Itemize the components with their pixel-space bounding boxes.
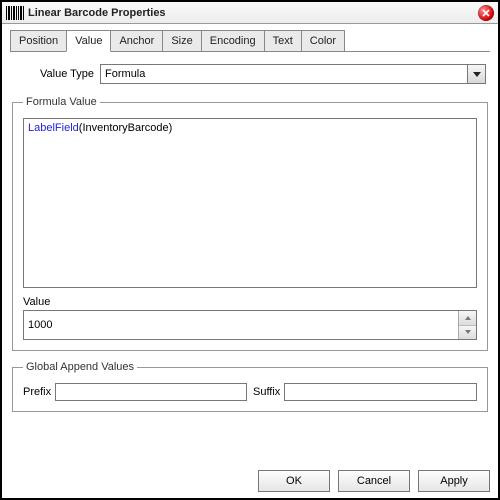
formula-fieldset: Formula Value LabelField(InventoryBarcod… xyxy=(12,96,488,351)
barcode-icon xyxy=(6,6,24,20)
append-fieldset: Global Append Values Prefix Suffix xyxy=(12,361,488,412)
tab-bar: Position Value Anchor Size Encoding Text… xyxy=(10,30,490,52)
value-text: 1000 xyxy=(24,311,458,339)
tab-encoding[interactable]: Encoding xyxy=(201,30,265,51)
prefix-group: Prefix xyxy=(23,383,247,401)
value-type-label: Value Type xyxy=(40,68,94,80)
formula-function: LabelField xyxy=(28,122,79,134)
prefix-input[interactable] xyxy=(55,383,247,401)
value-type-selected: Formula xyxy=(101,68,467,80)
button-label: Cancel xyxy=(357,475,391,487)
tab-size[interactable]: Size xyxy=(162,30,201,51)
formula-argument: InventoryBarcode xyxy=(82,122,168,134)
formula-legend: Formula Value xyxy=(23,96,100,108)
chevron-down-icon xyxy=(467,65,485,83)
tab-value[interactable]: Value xyxy=(66,30,111,52)
spinner-down-button[interactable] xyxy=(459,326,476,340)
tab-label: Anchor xyxy=(119,35,154,47)
dialog-content: Position Value Anchor Size Encoding Text… xyxy=(2,24,498,464)
value-wrap: Value 1000 xyxy=(23,296,477,340)
value-type-select[interactable]: Formula xyxy=(100,64,486,84)
titlebar: Linear Barcode Properties xyxy=(2,2,498,24)
close-button[interactable] xyxy=(478,5,494,21)
spinner-up-button[interactable] xyxy=(459,311,476,326)
ok-button[interactable]: OK xyxy=(258,470,330,492)
suffix-group: Suffix xyxy=(253,383,477,401)
append-row: Prefix Suffix xyxy=(23,383,477,401)
value-type-row: Value Type Formula xyxy=(10,58,490,86)
value-spinner[interactable]: 1000 xyxy=(23,310,477,340)
tab-anchor[interactable]: Anchor xyxy=(110,30,163,51)
tab-label: Value xyxy=(75,35,102,47)
spinner-buttons xyxy=(458,311,476,339)
formula-editor[interactable]: LabelField(InventoryBarcode) xyxy=(23,118,477,288)
dialog-window: Linear Barcode Properties Position Value… xyxy=(0,0,500,500)
suffix-input[interactable] xyxy=(284,383,477,401)
dialog-footer: OK Cancel Apply xyxy=(2,464,498,498)
tab-position[interactable]: Position xyxy=(10,30,67,51)
value-label: Value xyxy=(23,296,477,308)
append-legend: Global Append Values xyxy=(23,361,137,373)
button-label: Apply xyxy=(440,475,468,487)
tab-label: Position xyxy=(19,35,58,47)
tab-label: Color xyxy=(310,35,336,47)
window-title: Linear Barcode Properties xyxy=(28,7,474,19)
tab-label: Encoding xyxy=(210,35,256,47)
button-label: OK xyxy=(286,475,302,487)
tab-color[interactable]: Color xyxy=(301,30,345,51)
tab-text[interactable]: Text xyxy=(264,30,302,51)
suffix-label: Suffix xyxy=(253,386,280,398)
cancel-button[interactable]: Cancel xyxy=(338,470,410,492)
apply-button[interactable]: Apply xyxy=(418,470,490,492)
tab-label: Size xyxy=(171,35,192,47)
prefix-label: Prefix xyxy=(23,386,51,398)
tab-label: Text xyxy=(273,35,293,47)
